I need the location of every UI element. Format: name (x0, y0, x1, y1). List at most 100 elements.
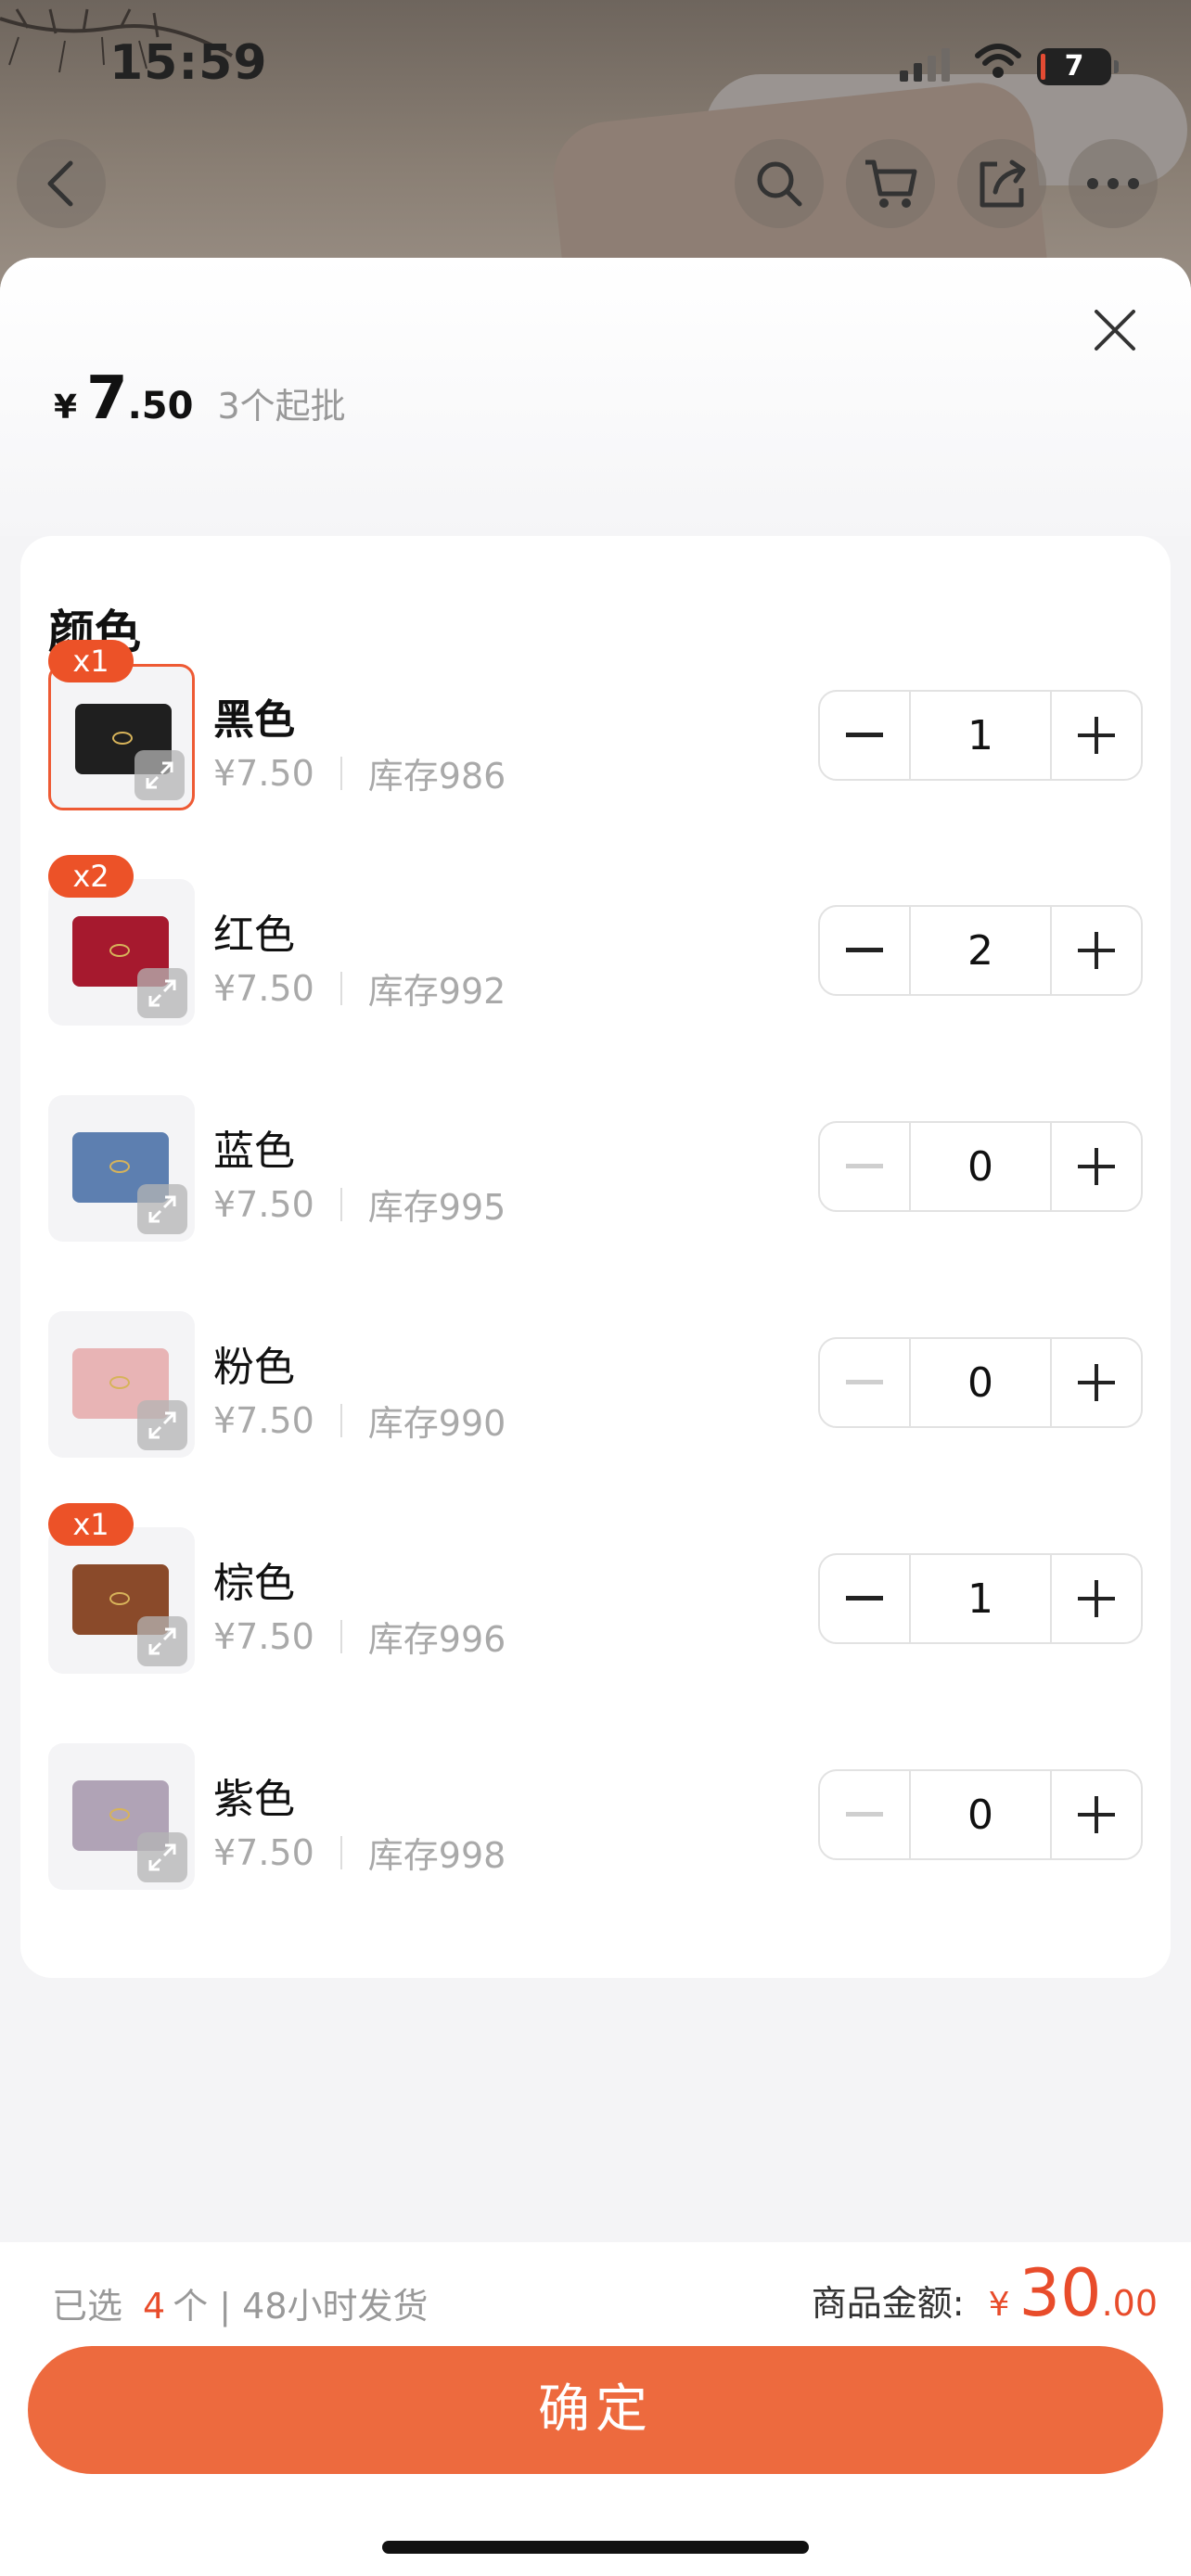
back-button[interactable] (17, 139, 106, 228)
variant-card: 颜色 x1 黑色 ¥7.50 库存986 1 x2 红色 ¥7.50 库存992… (20, 536, 1171, 1978)
increment-button[interactable] (1052, 907, 1141, 994)
minus-icon (846, 1812, 883, 1817)
variant-row-brown: x1 棕色 ¥7.50 库存996 1 (20, 1503, 1171, 1676)
plus-icon (1078, 1364, 1115, 1401)
expand-icon[interactable] (137, 1832, 187, 1882)
quantity-stepper: 2 (818, 905, 1143, 996)
variant-meta: ¥7.50 库存995 (213, 1179, 506, 1230)
variant-row-blue: 蓝色 ¥7.50 库存995 0 (20, 1095, 1171, 1243)
variant-row-black: x1 黑色 ¥7.50 库存986 1 (20, 640, 1171, 812)
home-indicator (382, 2541, 809, 2554)
cart-button[interactable] (846, 139, 935, 228)
decrement-button[interactable] (820, 692, 909, 779)
price-decimal: .50 (127, 385, 194, 427)
decrement-button[interactable] (820, 1555, 909, 1642)
variant-name: 红色 (213, 912, 295, 959)
variant-price: ¥7.50 (213, 1831, 314, 1873)
variant-meta: ¥7.50 库存998 (213, 1827, 506, 1878)
share-button[interactable] (957, 139, 1046, 228)
decrement-button[interactable] (820, 1771, 909, 1858)
variant-stock: 库存996 (367, 1619, 506, 1660)
wallet-clasp (109, 1592, 130, 1605)
expand-icon[interactable] (137, 1400, 187, 1450)
total-label: 商品金额: (811, 2283, 965, 2324)
variant-stock: 库存995 (367, 1187, 506, 1228)
total-amount: 商品金额: ¥ 30 .00 (812, 2255, 1158, 2331)
qty-badge: x1 (48, 640, 134, 682)
minus-icon (846, 1596, 883, 1600)
status-time: 15:59 (109, 35, 268, 91)
quantity-input[interactable]: 1 (909, 692, 1052, 779)
unit-price: ¥ 7 .50 3个起批 (54, 364, 346, 433)
quantity-stepper: 0 (818, 1337, 1143, 1428)
selected-count: 4 (143, 2286, 166, 2327)
increment-button[interactable] (1052, 1339, 1141, 1426)
variant-name: 粉色 (213, 1344, 295, 1391)
quantity-input[interactable]: 0 (909, 1123, 1052, 1210)
variant-thumbnail[interactable] (48, 1743, 195, 1890)
variant-thumbnail[interactable] (48, 1527, 195, 1674)
variant-price: ¥7.50 (213, 1183, 314, 1225)
variant-name: 蓝色 (213, 1128, 295, 1175)
increment-button[interactable] (1052, 1123, 1141, 1210)
search-button[interactable] (735, 139, 824, 228)
order-footer: 已选 4 个 | 48小时发货 商品金额: ¥ 30 .00 确定 (0, 2242, 1191, 2576)
increment-button[interactable] (1052, 1555, 1141, 1642)
battery-indicator: 7 (1037, 48, 1119, 85)
variant-stock: 库存992 (367, 971, 506, 1012)
variant-thumbnail[interactable] (48, 1311, 195, 1458)
variant-thumbnail[interactable] (48, 664, 195, 810)
quantity-input[interactable]: 0 (909, 1771, 1052, 1858)
wallet-clasp (109, 944, 130, 957)
price-integer: 7 (86, 364, 128, 433)
total-integer: 30 (1018, 2255, 1102, 2331)
variant-thumbnail[interactable] (48, 1095, 195, 1242)
variant-meta: ¥7.50 库存986 (213, 747, 506, 798)
variant-price: ¥7.50 (213, 967, 314, 1009)
variant-price: ¥7.50 (213, 1615, 314, 1657)
increment-button[interactable] (1052, 692, 1141, 779)
wifi-icon (975, 44, 1021, 78)
close-icon[interactable] (1089, 304, 1141, 356)
back-icon (47, 160, 73, 207)
decrement-button[interactable] (820, 1339, 909, 1426)
wallet-clasp (109, 1808, 130, 1821)
minus-icon (846, 948, 883, 952)
decrement-button[interactable] (820, 1123, 909, 1210)
total-symbol: ¥ (988, 2286, 1010, 2324)
selected-suffix: 个 | 48小时发货 (173, 2286, 429, 2327)
variant-stock: 库存998 (367, 1835, 506, 1876)
wallet-clasp (112, 732, 133, 745)
min-order-label: 3个起批 (217, 386, 346, 427)
variant-price: ¥7.50 (213, 752, 314, 794)
quantity-input[interactable]: 2 (909, 907, 1052, 994)
increment-button[interactable] (1052, 1771, 1141, 1858)
variant-thumbnail[interactable] (48, 879, 195, 1026)
variant-name: 棕色 (213, 1560, 295, 1607)
wallet-clasp (109, 1376, 130, 1389)
decrement-button[interactable] (820, 907, 909, 994)
quantity-stepper: 1 (818, 1553, 1143, 1644)
selected-prefix: 已选 (52, 2286, 123, 2327)
expand-icon[interactable] (134, 750, 185, 800)
expand-icon[interactable] (137, 1616, 187, 1666)
plus-icon (1078, 1796, 1115, 1833)
share-icon (980, 159, 1026, 208)
expand-icon[interactable] (137, 968, 187, 1018)
variant-row-pink: 粉色 ¥7.50 库存990 0 (20, 1311, 1171, 1460)
quantity-input[interactable]: 1 (909, 1555, 1052, 1642)
confirm-button[interactable]: 确定 (28, 2346, 1163, 2474)
variant-meta: ¥7.50 库存990 (213, 1395, 506, 1446)
expand-icon[interactable] (137, 1184, 187, 1234)
minus-icon (846, 733, 883, 737)
variant-name: 黑色 (213, 696, 295, 744)
variant-stock: 库存986 (367, 756, 506, 797)
wallet-clasp (109, 1160, 130, 1173)
quantity-input[interactable]: 0 (909, 1339, 1052, 1426)
signal-icon (900, 48, 950, 82)
cart-icon (865, 159, 917, 208)
variant-meta: ¥7.50 库存992 (213, 963, 506, 1014)
more-button[interactable] (1069, 139, 1158, 228)
variant-name: 紫色 (213, 1776, 295, 1823)
minus-icon (846, 1164, 883, 1168)
